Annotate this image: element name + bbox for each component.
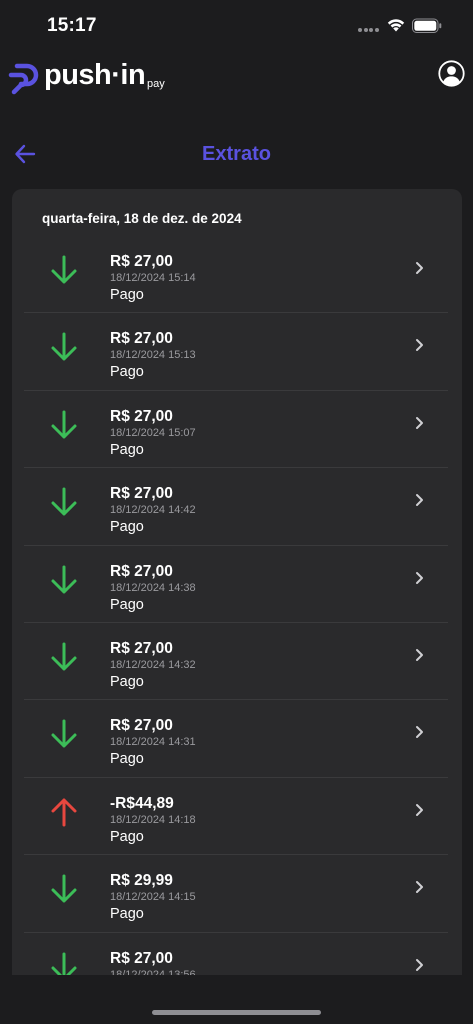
- transaction-status: Pago: [110, 519, 144, 536]
- chevron-right-icon[interactable]: [414, 338, 424, 352]
- transaction-row[interactable]: -R$44,89 18/12/2024 14:18 Pago: [24, 778, 448, 856]
- transaction-row[interactable]: R$ 27,00 18/12/2024 15:14 Pago: [24, 236, 448, 314]
- chevron-right-icon[interactable]: [414, 493, 424, 507]
- transaction-datetime: 18/12/2024 14:18: [110, 813, 196, 826]
- transaction-status: Pago: [110, 364, 144, 381]
- transaction-amount: -R$44,89: [110, 794, 174, 812]
- chevron-right-icon[interactable]: [414, 261, 424, 275]
- transaction-datetime: 18/12/2024 15:13: [110, 349, 196, 362]
- battery-icon: [412, 18, 442, 33]
- transaction-amount: R$ 27,00: [110, 407, 173, 425]
- transaction-status: Pago: [110, 596, 144, 613]
- arrow-down-icon: [51, 565, 77, 594]
- logo-suffix: pay: [147, 78, 165, 90]
- transaction-list: R$ 27,00 18/12/2024 15:14 Pago R$ 27,00 18/1…: [12, 236, 462, 979]
- arrow-down-icon: [51, 410, 77, 439]
- statement-card: quarta-feira, 18 de dez. de 2024 R$ 27,0…: [12, 189, 462, 979]
- transaction-datetime: 18/12/2024 15:07: [110, 426, 196, 439]
- transaction-status: Pago: [110, 441, 144, 458]
- arrow-down-icon: [51, 719, 77, 748]
- wifi-icon: [387, 19, 405, 32]
- transaction-datetime: 18/12/2024 14:15: [110, 891, 196, 904]
- transaction-amount: R$ 27,00: [110, 330, 173, 348]
- chevron-right-icon[interactable]: [414, 648, 424, 662]
- transaction-row[interactable]: R$ 27,00 18/12/2024 14:42 Pago: [24, 468, 448, 546]
- transaction-amount: R$ 27,00: [110, 253, 173, 270]
- arrow-down-icon: [51, 255, 77, 284]
- page-title: Extrato: [202, 143, 271, 165]
- chevron-right-icon[interactable]: [414, 803, 424, 817]
- arrow-down-icon: [51, 874, 77, 903]
- home-indicator[interactable]: [152, 1010, 321, 1015]
- transaction-row[interactable]: R$ 27,00 18/12/2024 14:31 Pago: [24, 700, 448, 778]
- nav-bar: Extrato: [0, 135, 473, 175]
- transaction-status: Pago: [110, 828, 144, 845]
- transaction-status: Pago: [110, 906, 144, 923]
- transaction-row[interactable]: R$ 27,00 18/12/2024 13:56: [24, 933, 448, 979]
- push-in-logo-icon: [8, 63, 39, 95]
- chevron-right-icon[interactable]: [414, 725, 424, 739]
- transaction-amount: R$ 27,00: [110, 717, 173, 735]
- transaction-amount: R$ 29,99: [110, 872, 173, 890]
- arrow-down-icon: [51, 332, 77, 361]
- transaction-row[interactable]: R$ 27,00 18/12/2024 14:38 Pago: [24, 546, 448, 623]
- transaction-datetime: 18/12/2024 14:32: [110, 658, 196, 671]
- date-heading: quarta-feira, 18 de dez. de 2024: [42, 211, 242, 226]
- transaction-datetime: 18/12/2024 15:14: [110, 272, 196, 284]
- arrow-up-icon: [51, 798, 77, 827]
- cellular-signal-icon: [358, 28, 380, 34]
- arrow-down-icon: [51, 487, 77, 516]
- transaction-amount: R$ 27,00: [110, 639, 173, 657]
- profile-avatar-icon[interactable]: [438, 60, 465, 87]
- transaction-datetime: 18/12/2024 14:31: [110, 736, 196, 749]
- transaction-amount: R$ 27,00: [110, 562, 173, 580]
- transaction-status: Pago: [110, 287, 144, 303]
- bottom-bar: [0, 975, 473, 1024]
- transaction-datetime: 18/12/2024 14:38: [110, 581, 196, 594]
- transaction-amount: R$ 27,00: [110, 949, 173, 967]
- transaction-row[interactable]: R$ 29,99 18/12/2024 14:15 Pago: [24, 855, 448, 933]
- arrow-down-icon: [51, 642, 77, 671]
- chevron-right-icon[interactable]: [414, 416, 424, 430]
- chevron-right-icon[interactable]: [414, 880, 424, 894]
- transaction-row[interactable]: R$ 27,00 18/12/2024 15:07 Pago: [24, 391, 448, 469]
- chevron-right-icon[interactable]: [414, 958, 424, 972]
- transaction-amount: R$ 27,00: [110, 485, 173, 503]
- status-bar: 15:17: [0, 0, 473, 54]
- transaction-datetime: 18/12/2024 14:42: [110, 504, 196, 517]
- status-time: 15:17: [47, 15, 97, 36]
- logo-text: push·in: [44, 59, 146, 91]
- chevron-right-icon[interactable]: [414, 571, 424, 585]
- app-header: push·in pay: [0, 56, 473, 100]
- statement-screen: 15:17 push·in pay Extrato quarta-feira, …: [0, 0, 473, 1024]
- transaction-status: Pago: [110, 673, 144, 690]
- transaction-status: Pago: [110, 751, 144, 768]
- transaction-row[interactable]: R$ 27,00 18/12/2024 15:13 Pago: [24, 313, 448, 391]
- transaction-row[interactable]: R$ 27,00 18/12/2024 14:32 Pago: [24, 623, 448, 701]
